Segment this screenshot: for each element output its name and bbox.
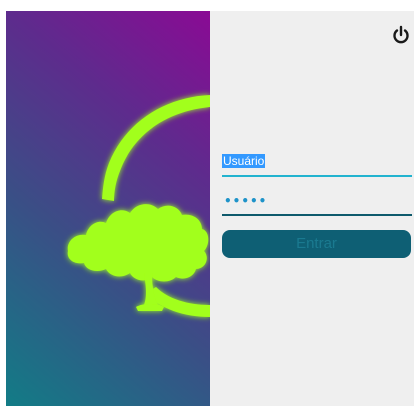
login-button[interactable]: Entrar — [222, 230, 411, 258]
password-field[interactable]: ••••• — [222, 188, 412, 216]
power-icon — [393, 25, 409, 44]
login-panel: Usuário ••••• Entrar — [210, 11, 414, 406]
power-button[interactable] — [390, 24, 412, 46]
username-field[interactable]: Usuário — [222, 149, 412, 177]
tree-logo-icon — [67, 95, 210, 317]
app-window: Usuário ••••• Entrar — [6, 11, 414, 406]
password-value: ••••• — [224, 194, 268, 208]
username-value: Usuário — [222, 154, 266, 168]
brand-panel — [6, 11, 210, 406]
